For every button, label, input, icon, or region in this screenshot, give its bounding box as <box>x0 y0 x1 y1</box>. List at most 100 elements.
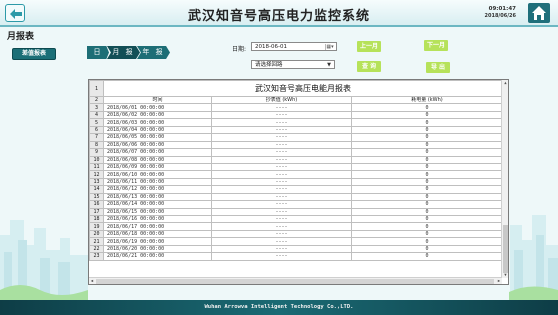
diff-report-button[interactable]: 差值报表 <box>12 48 56 60</box>
cell-reading: ---- <box>211 162 352 172</box>
row-number: 2 <box>89 95 104 105</box>
cell-time: 2018/06/08 00:00:00 <box>103 155 212 164</box>
cell-consumption: 0 <box>351 103 503 112</box>
tab-monthly-report[interactable]: 月 报 <box>107 46 140 59</box>
table-row[interactable]: 3 2018/06/01 00:00:00 ---- 0 <box>89 103 503 112</box>
table-row[interactable]: 19 2018/06/17 00:00:00 ---- 0 <box>89 222 503 231</box>
table-row[interactable]: 8 2018/06/06 00:00:00 ---- 0 <box>89 140 503 150</box>
table-row[interactable]: 16 2018/06/14 00:00:00 ---- 0 <box>89 200 503 209</box>
report-table: 1 武汉知音号高压电能月报表 2 时间 抄表值 (kWh) 耗电量 (kWh) … <box>89 80 503 261</box>
scroll-left-icon[interactable]: ◀ <box>89 278 95 284</box>
export-button[interactable]: 导 出 <box>426 62 450 73</box>
tab-daily-report[interactable]: 日 报 <box>87 46 109 59</box>
row-number: 1 <box>89 80 104 97</box>
table-row[interactable]: 9 2018/06/07 00:00:00 ---- 0 <box>89 148 503 157</box>
cell-time: 2018/06/19 00:00:00 <box>103 237 212 246</box>
table-row[interactable]: 14 2018/06/12 00:00:00 ---- 0 <box>89 185 503 194</box>
cell-consumption: 0 <box>351 222 503 231</box>
row-number: 12 <box>89 170 104 179</box>
table-row[interactable]: 7 2018/06/05 00:00:00 ---- 0 <box>89 133 503 142</box>
cell-time: 2018/06/01 00:00:00 <box>103 103 212 112</box>
table-row[interactable]: 11 2018/06/09 00:00:00 ---- 0 <box>89 162 503 172</box>
cell-time: 2018/06/09 00:00:00 <box>103 162 212 172</box>
next-month-button[interactable]: 下一月 <box>424 40 448 51</box>
row-number: 22 <box>89 244 104 254</box>
cell-reading: ---- <box>211 140 352 150</box>
table-row[interactable]: 18 2018/06/16 00:00:00 ---- 0 <box>89 214 503 224</box>
row-number: 13 <box>89 177 104 187</box>
cell-time: 2018/06/06 00:00:00 <box>103 140 212 150</box>
cell-consumption: 0 <box>351 110 503 120</box>
cell-consumption: 0 <box>351 252 503 261</box>
table-row[interactable]: 12 2018/06/10 00:00:00 ---- 0 <box>89 170 503 179</box>
cell-reading: ---- <box>211 118 352 127</box>
home-button[interactable] <box>528 3 550 23</box>
date-value: 2018-06-01 <box>255 44 287 50</box>
cell-reading: ---- <box>211 185 352 194</box>
cell-reading: ---- <box>211 125 352 135</box>
scroll-up-icon[interactable]: ▲ <box>502 80 508 86</box>
cell-consumption: 0 <box>351 170 503 179</box>
cell-reading: ---- <box>211 192 352 202</box>
calendar-icon[interactable]: ▦▾ <box>325 44 334 50</box>
cell-consumption: 0 <box>351 177 503 187</box>
scroll-thumb[interactable] <box>503 225 508 273</box>
table-row[interactable]: 17 2018/06/15 00:00:00 ---- 0 <box>89 207 503 217</box>
table-row[interactable]: 4 2018/06/02 00:00:00 ---- 0 <box>89 110 503 120</box>
table-row[interactable]: 22 2018/06/20 00:00:00 ---- 0 <box>89 244 503 254</box>
clock-date: 2018/06/26 <box>484 13 516 19</box>
table-row[interactable]: 21 2018/06/19 00:00:00 ---- 0 <box>89 237 503 246</box>
cell-time: 2018/06/12 00:00:00 <box>103 185 212 194</box>
cell-reading: ---- <box>211 244 352 254</box>
scroll-down-icon[interactable]: ▼ <box>502 272 508 278</box>
table-row[interactable]: 5 2018/06/03 00:00:00 ---- 0 <box>89 118 503 127</box>
row-number: 17 <box>89 207 104 217</box>
cell-consumption: 0 <box>351 148 503 157</box>
cell-reading: ---- <box>211 200 352 209</box>
table-title: 武汉知音号高压电能月报表 <box>103 80 503 97</box>
row-number: 3 <box>89 103 104 112</box>
column-header-reading: 抄表值 (kWh) <box>211 95 352 105</box>
cell-consumption: 0 <box>351 237 503 246</box>
scroll-thumb-horizontal[interactable] <box>96 279 494 284</box>
cell-consumption: 0 <box>351 133 503 142</box>
cell-reading: ---- <box>211 177 352 187</box>
scroll-right-icon[interactable]: ▶ <box>496 278 502 284</box>
cell-time: 2018/06/18 00:00:00 <box>103 229 212 239</box>
vertical-scrollbar[interactable]: ▲ ▼ <box>501 80 508 278</box>
clock: 09:01:47 2018/06/26 <box>485 6 516 19</box>
cell-consumption: 0 <box>351 207 503 217</box>
horizontal-scrollbar[interactable]: ◀ ▶ <box>89 277 502 284</box>
cell-time: 2018/06/17 00:00:00 <box>103 222 212 231</box>
prev-month-button[interactable]: 上一月 <box>357 41 381 52</box>
table-row[interactable]: 20 2018/06/18 00:00:00 ---- 0 <box>89 229 503 239</box>
row-number: 15 <box>89 192 104 202</box>
table-row[interactable]: 13 2018/06/11 00:00:00 ---- 0 <box>89 177 503 187</box>
table-row[interactable]: 6 2018/06/04 00:00:00 ---- 0 <box>89 125 503 135</box>
cell-reading: ---- <box>211 155 352 164</box>
cell-reading: ---- <box>211 207 352 217</box>
table-row[interactable]: 23 2018/06/21 00:00:00 ---- 0 <box>89 252 503 261</box>
loop-select[interactable]: 请选择回路 ▼ <box>251 60 335 69</box>
cell-reading: ---- <box>211 237 352 246</box>
tab-yearly-report[interactable]: 年 报 <box>137 46 170 59</box>
cell-reading: ---- <box>211 222 352 231</box>
table-row[interactable]: 10 2018/06/08 00:00:00 ---- 0 <box>89 155 503 164</box>
cell-reading: ---- <box>211 252 352 261</box>
row-number: 23 <box>89 252 104 261</box>
cell-time: 2018/06/05 00:00:00 <box>103 133 212 142</box>
date-field[interactable]: 2018-06-01 ▦▾ <box>251 42 337 51</box>
cell-time: 2018/06/07 00:00:00 <box>103 148 212 157</box>
table-row[interactable]: 15 2018/06/13 00:00:00 ---- 0 <box>89 192 503 202</box>
cell-time: 2018/06/20 00:00:00 <box>103 244 212 254</box>
cell-time: 2018/06/15 00:00:00 <box>103 207 212 217</box>
cell-time: 2018/06/03 00:00:00 <box>103 118 212 127</box>
chevron-down-icon[interactable]: ▼ <box>325 61 333 68</box>
query-button[interactable]: 查 询 <box>357 61 381 72</box>
row-number: 14 <box>89 185 104 194</box>
cell-consumption: 0 <box>351 140 503 150</box>
row-number: 20 <box>89 229 104 239</box>
system-title: 武汉知音号高压电力监控系统 <box>187 9 370 24</box>
cell-consumption: 0 <box>351 192 503 202</box>
report-grid[interactable]: 1 武汉知音号高压电能月报表 2 时间 抄表值 (kWh) 耗电量 (kWh) … <box>88 79 509 285</box>
